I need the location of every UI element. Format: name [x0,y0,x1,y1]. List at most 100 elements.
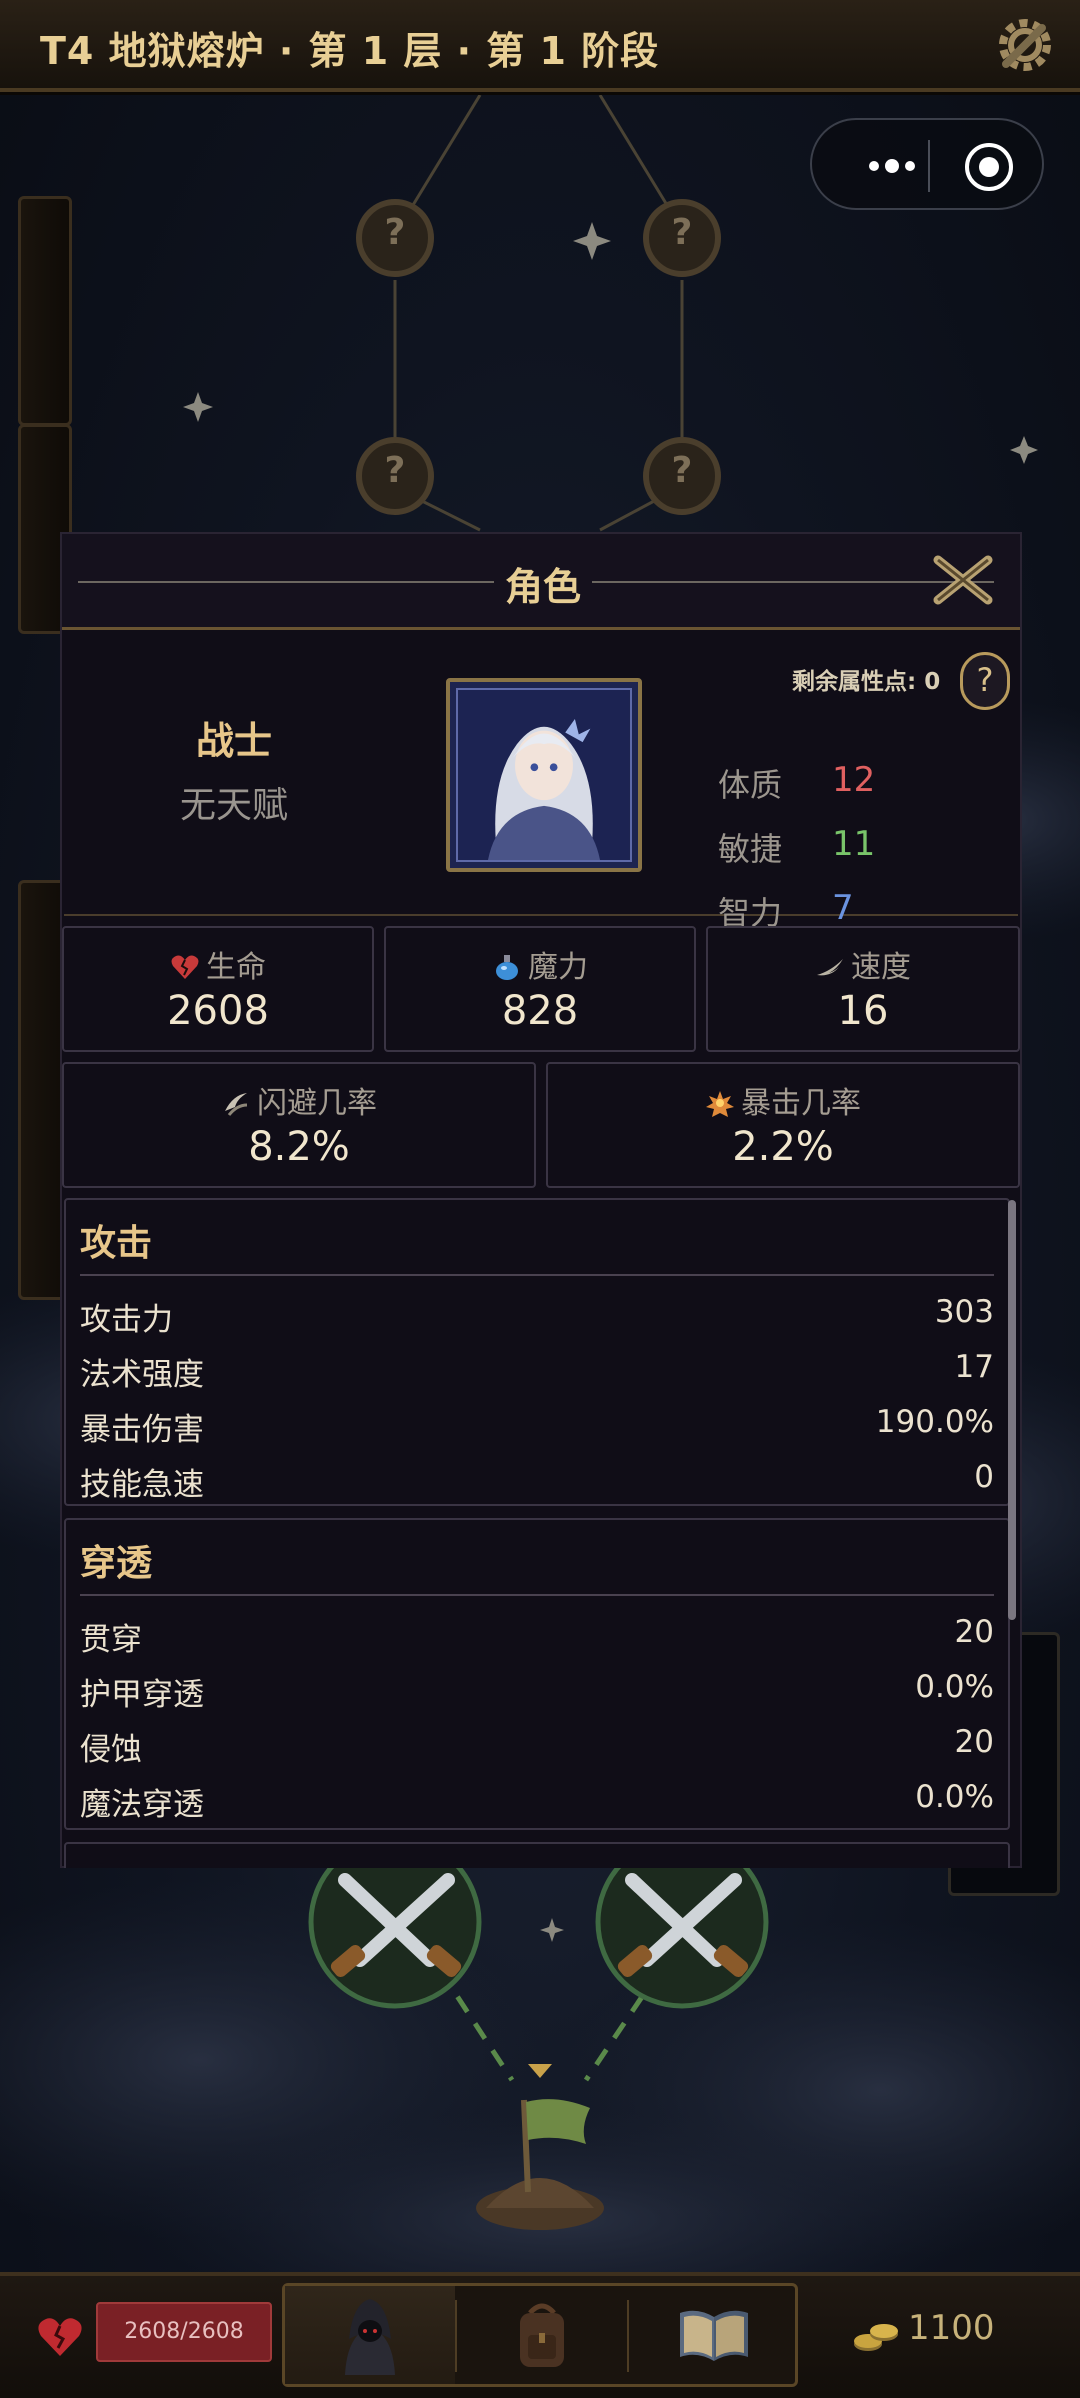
stat-row-value: 17 [954,1349,994,1385]
stat-label: 速度 [708,942,1018,986]
stat-row-value: 303 [934,1294,994,1330]
stat-row-value: 20 [954,1614,994,1650]
stat-card-crit: 暴击几率 2.2% [546,1062,1020,1188]
stat-value: 16 [837,988,889,1034]
section-rule [80,1274,994,1276]
stat-label: 生命 [64,942,372,986]
more-options-icon[interactable] [862,146,922,186]
stat-value: 2.2% [732,1124,834,1170]
unknown-node-mark[interactable]: ? [668,212,696,253]
remaining-points-label: 剩余属性点: 0 [792,669,941,695]
stat-card-speed: 速度 16 [706,926,1020,1052]
stat-label-text: 闪避几率 [257,1086,377,1121]
unknown-node-mark[interactable]: ? [668,450,696,491]
section-attack: 攻击 攻击力 303 法术强度 17 暴击伤害 190.0% 技能急速 0 [64,1198,1010,1506]
panel-header: 角色 [62,534,1020,630]
stat-value: 828 [501,988,579,1034]
attribute-value: 11 [832,824,876,864]
stat-label: 暴击几率 [548,1078,1018,1122]
stat-label-text: 生命 [206,950,266,985]
bottom-nav [282,2283,798,2387]
section-next-partial [64,1842,1010,1868]
section-title: 穿透 [80,1543,153,1584]
stat-label-text: 暴击几率 [741,1086,861,1121]
stat-row: 法术强度 17 [80,1345,994,1395]
dodge-icon [225,1093,248,1116]
class-name: 战士 [195,719,272,763]
unknown-node-mark[interactable]: ? [381,450,409,491]
hp-bar: 2608/2608 [96,2302,272,2362]
scrollbar[interactable] [1008,1200,1016,1620]
stat-value: 8.2% [248,1124,350,1170]
character-panel: 角色 战士 无天赋 剩余属性点: 0 ? 体质 12 敏捷 11 智力 7 生命… [60,532,1022,1868]
attribute-name: 体质 [718,766,783,804]
gold-coins-icon [854,2324,898,2351]
stat-row-name: 贯穿 [80,1622,142,1658]
close-icon[interactable] [930,552,996,608]
stat-row-value: 0.0% [915,1669,994,1705]
crit-icon [706,1091,734,1117]
stat-label-text: 速度 [851,950,911,985]
talent-label: 无天赋 [179,785,288,826]
nav-character-button[interactable] [285,2286,455,2384]
gold-amount: 1100 [908,2308,995,2348]
stats-scroll-area[interactable]: 攻击 攻击力 303 法术强度 17 暴击伤害 190.0% 技能急速 0 穿透 贯穿 2… [62,1198,1020,1868]
stat-row-value: 20 [954,1724,994,1760]
settings-gear-icon[interactable] [992,12,1058,78]
nav-codex-button[interactable] [629,2286,799,2384]
stat-row-name: 技能急速 [80,1467,204,1503]
header-rule [78,581,494,583]
stat-value: 2608 [167,988,269,1034]
stat-row-name: 侵蚀 [80,1732,142,1768]
attribute-value: 12 [832,760,876,800]
nav-backpack-button[interactable] [457,2286,627,2384]
section-penetration: 穿透 贯穿 20 护甲穿透 0.0% 侵蚀 20 魔法穿透 0.0% [64,1518,1010,1830]
section-rule [80,1594,994,1596]
stat-row-value: 190.0% [875,1404,994,1440]
map-frame-pillar [18,196,72,426]
stat-card-mana: 魔力 828 [384,926,696,1052]
stat-card-health: 生命 2608 [62,926,374,1052]
character-info: 战士 无天赋 剩余属性点: 0 ? 体质 12 敏捷 11 智力 7 [64,636,1018,932]
stat-card-dodge: 闪避几率 8.2% [62,1062,536,1188]
character-portrait [446,678,642,872]
stat-label: 魔力 [386,942,694,986]
broken-heart-icon [171,955,199,979]
stat-row-value: 0 [974,1459,994,1495]
capsule-divider [928,140,930,192]
backpack-icon [520,2303,564,2367]
stat-row-name: 暴击伤害 [80,1412,204,1448]
stat-row-name: 魔法穿透 [80,1787,204,1823]
help-button[interactable]: ? [960,652,1010,710]
stat-row: 贯穿 20 [80,1610,994,1660]
stat-row: 魔法穿透 0.0% [80,1775,994,1825]
mini-program-capsule [810,118,1044,210]
stat-label: 闪避几率 [64,1078,534,1122]
panel-title: 角色 [504,565,581,609]
stat-row: 暴击伤害 190.0% [80,1400,994,1450]
top-bar: T4 地狱熔炉 · 第 1 层 · 第 1 阶段 [0,0,1080,92]
stat-row: 攻击力 303 [80,1290,994,1340]
character-icon [345,2299,395,2375]
book-icon [680,2310,748,2361]
attribute-value: 7 [832,888,854,928]
section-title: 攻击 [80,1223,153,1264]
stage-title: T4 地狱熔炉 · 第 1 层 · 第 1 阶段 [40,29,660,73]
stat-label-text: 魔力 [528,950,588,985]
unknown-node-mark[interactable]: ? [381,212,409,253]
stat-row-name: 攻击力 [80,1302,173,1338]
attribute-row-constitution[interactable]: 体质 12 [718,760,918,804]
wing-icon [817,959,843,976]
stat-row: 技能急速 0 [80,1455,994,1505]
potion-icon [496,955,518,980]
attribute-row-agility[interactable]: 敏捷 11 [718,824,918,868]
close-miniprogram-icon[interactable] [962,140,1016,194]
character-avatar [456,688,632,862]
heart-icon [38,2318,82,2356]
attribute-name: 敏捷 [718,830,783,868]
stat-row: 护甲穿透 0.0% [80,1665,994,1715]
stat-row-name: 护甲穿透 [80,1677,204,1713]
stat-row-value: 0.0% [915,1779,994,1815]
stat-row-name: 法术强度 [80,1357,204,1393]
stat-row: 侵蚀 20 [80,1720,994,1770]
